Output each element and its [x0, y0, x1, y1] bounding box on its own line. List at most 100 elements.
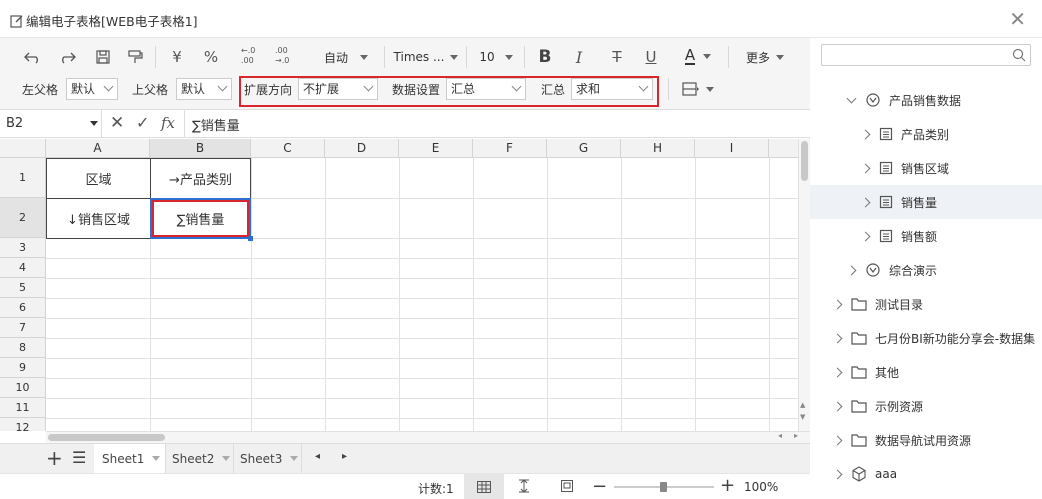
italic-button[interactable]: I: [568, 45, 590, 69]
chevron-right-icon[interactable]: [860, 231, 871, 241]
font-color-button[interactable]: A: [680, 44, 716, 68]
row-header[interactable]: 1: [0, 158, 46, 198]
row-header[interactable]: 11: [0, 398, 46, 418]
formula-input[interactable]: ∑销售量: [192, 115, 240, 134]
chevron-right-icon[interactable]: [832, 333, 843, 343]
row-header[interactable]: 10: [0, 378, 46, 398]
scroll-up-icon[interactable]: ▲: [800, 401, 805, 409]
column-header[interactable]: H: [621, 139, 695, 158]
confirm-icon[interactable]: ✓: [136, 113, 149, 132]
column-header[interactable]: F: [473, 139, 547, 158]
tree-item[interactable]: aaa: [810, 457, 1042, 491]
chevron-right-icon[interactable]: [832, 401, 843, 411]
scroll-right-icon[interactable]: ▸: [794, 431, 798, 440]
chevron-right-icon[interactable]: [832, 469, 843, 479]
horizontal-scrollbar[interactable]: ◂ ▸: [46, 431, 810, 443]
scroll-down-icon[interactable]: ▼: [800, 413, 805, 421]
prev-sheet-icon[interactable]: ◂: [315, 451, 320, 462]
tree-item[interactable]: 产品类别: [810, 117, 1042, 151]
font-size-select[interactable]: 10: [474, 45, 518, 69]
scroll-left-icon[interactable]: ◂: [778, 431, 782, 440]
horizontal-scroll-thumb[interactable]: [48, 434, 165, 441]
underline-button[interactable]: U: [640, 45, 662, 69]
tree-item[interactable]: 其他: [810, 355, 1042, 389]
chevron-right-icon[interactable]: [832, 367, 843, 377]
format-painter-icon[interactable]: [124, 45, 146, 69]
sheet-tab-sheet3[interactable]: Sheet3: [234, 444, 302, 473]
zoom-in-icon[interactable]: +: [720, 475, 735, 496]
row-header[interactable]: 4: [0, 258, 46, 278]
chevron-down-icon[interactable]: [846, 93, 857, 103]
chevron-right-icon[interactable]: [860, 129, 871, 139]
bold-button[interactable]: B: [534, 45, 556, 69]
column-header[interactable]: E: [399, 139, 473, 158]
add-sheet-icon[interactable]: +: [46, 446, 63, 470]
font-family-select[interactable]: Times ...: [392, 45, 460, 69]
close-icon[interactable]: ✕: [1009, 7, 1026, 31]
sheet-list-icon[interactable]: ☰: [72, 448, 86, 467]
row-header[interactable]: 7: [0, 318, 46, 338]
page-layout-view-icon[interactable]: [560, 479, 574, 496]
tree-item[interactable]: 销售额: [810, 219, 1042, 253]
decrease-decimal-button[interactable]: .00 →.0: [270, 43, 296, 67]
vertical-scroll-thumb[interactable]: [801, 141, 808, 181]
row-header[interactable]: 5: [0, 278, 46, 298]
chevron-right-icon[interactable]: [860, 163, 871, 173]
tree-item[interactable]: 数据导航试用资源: [810, 423, 1042, 457]
number-format-select[interactable]: 自动: [318, 45, 374, 69]
row-header[interactable]: 2: [0, 198, 46, 238]
undo-icon[interactable]: [22, 45, 44, 69]
cancel-icon[interactable]: ✕: [110, 113, 124, 133]
tree-item[interactable]: 示例资源: [810, 389, 1042, 423]
column-header[interactable]: C: [251, 139, 325, 158]
select-all-corner[interactable]: [0, 139, 46, 158]
page-break-view-icon[interactable]: [517, 479, 531, 496]
row-header[interactable]: 8: [0, 338, 46, 358]
row-header[interactable]: 6: [0, 298, 46, 318]
zoom-slider-handle[interactable]: [660, 482, 667, 492]
cell-A2[interactable]: ↓销售区域: [46, 198, 151, 239]
save-icon[interactable]: [92, 45, 114, 69]
top-parent-select[interactable]: 默认: [176, 78, 232, 100]
sheet-tab-sheet2[interactable]: Sheet2: [166, 444, 234, 473]
increase-decimal-button[interactable]: ←.0.00: [236, 43, 262, 67]
cell-B1[interactable]: →产品类别: [150, 158, 251, 199]
name-box[interactable]: B2: [0, 110, 102, 137]
row-header[interactable]: 9: [0, 358, 46, 378]
redo-icon[interactable]: [56, 45, 78, 69]
column-header[interactable]: A: [46, 139, 150, 158]
percent-button[interactable]: %: [200, 45, 222, 69]
row-header[interactable]: 3: [0, 238, 46, 258]
row-header[interactable]: 12: [0, 418, 46, 431]
column-header[interactable]: D: [325, 139, 399, 158]
more-button[interactable]: 更多: [740, 45, 790, 69]
tree-item[interactable]: 产品销售数据: [810, 83, 1042, 117]
normal-view-icon[interactable]: [464, 474, 504, 499]
vertical-scrollbar[interactable]: ▲ ▼: [798, 139, 810, 431]
strikethrough-button[interactable]: T: [606, 45, 628, 69]
left-parent-select[interactable]: 默认: [66, 78, 118, 100]
tree-item[interactable]: 销售区域: [810, 151, 1042, 185]
column-header[interactable]: G: [547, 139, 621, 158]
next-sheet-icon[interactable]: ▸: [342, 451, 347, 462]
currency-button[interactable]: ¥: [166, 45, 188, 69]
tree-item[interactable]: 七月份BI新功能分享会-数据集: [810, 321, 1042, 355]
chevron-right-icon[interactable]: [860, 197, 871, 207]
column-header[interactable]: B: [150, 139, 251, 158]
tree-item[interactable]: 销售量: [810, 185, 1042, 219]
sheet-tab-sheet1[interactable]: Sheet1: [94, 444, 166, 473]
function-icon[interactable]: fx: [161, 114, 175, 132]
chevron-right-icon[interactable]: [832, 299, 843, 309]
cell-B2-selection[interactable]: ∑销售量: [150, 198, 253, 241]
chevron-right-icon[interactable]: [832, 435, 843, 445]
tree-item[interactable]: 综合演示: [810, 253, 1042, 287]
column-header[interactable]: [769, 139, 798, 158]
search-input[interactable]: [821, 44, 1031, 66]
zoom-out-icon[interactable]: −: [592, 476, 607, 497]
fill-handle[interactable]: [248, 236, 253, 241]
chevron-right-icon[interactable]: [846, 265, 857, 275]
column-header[interactable]: I: [695, 139, 769, 158]
cell-A1[interactable]: 区域: [46, 158, 151, 199]
tree-item[interactable]: 测试目录: [810, 287, 1042, 321]
cell-layout-icon[interactable]: [678, 77, 718, 101]
